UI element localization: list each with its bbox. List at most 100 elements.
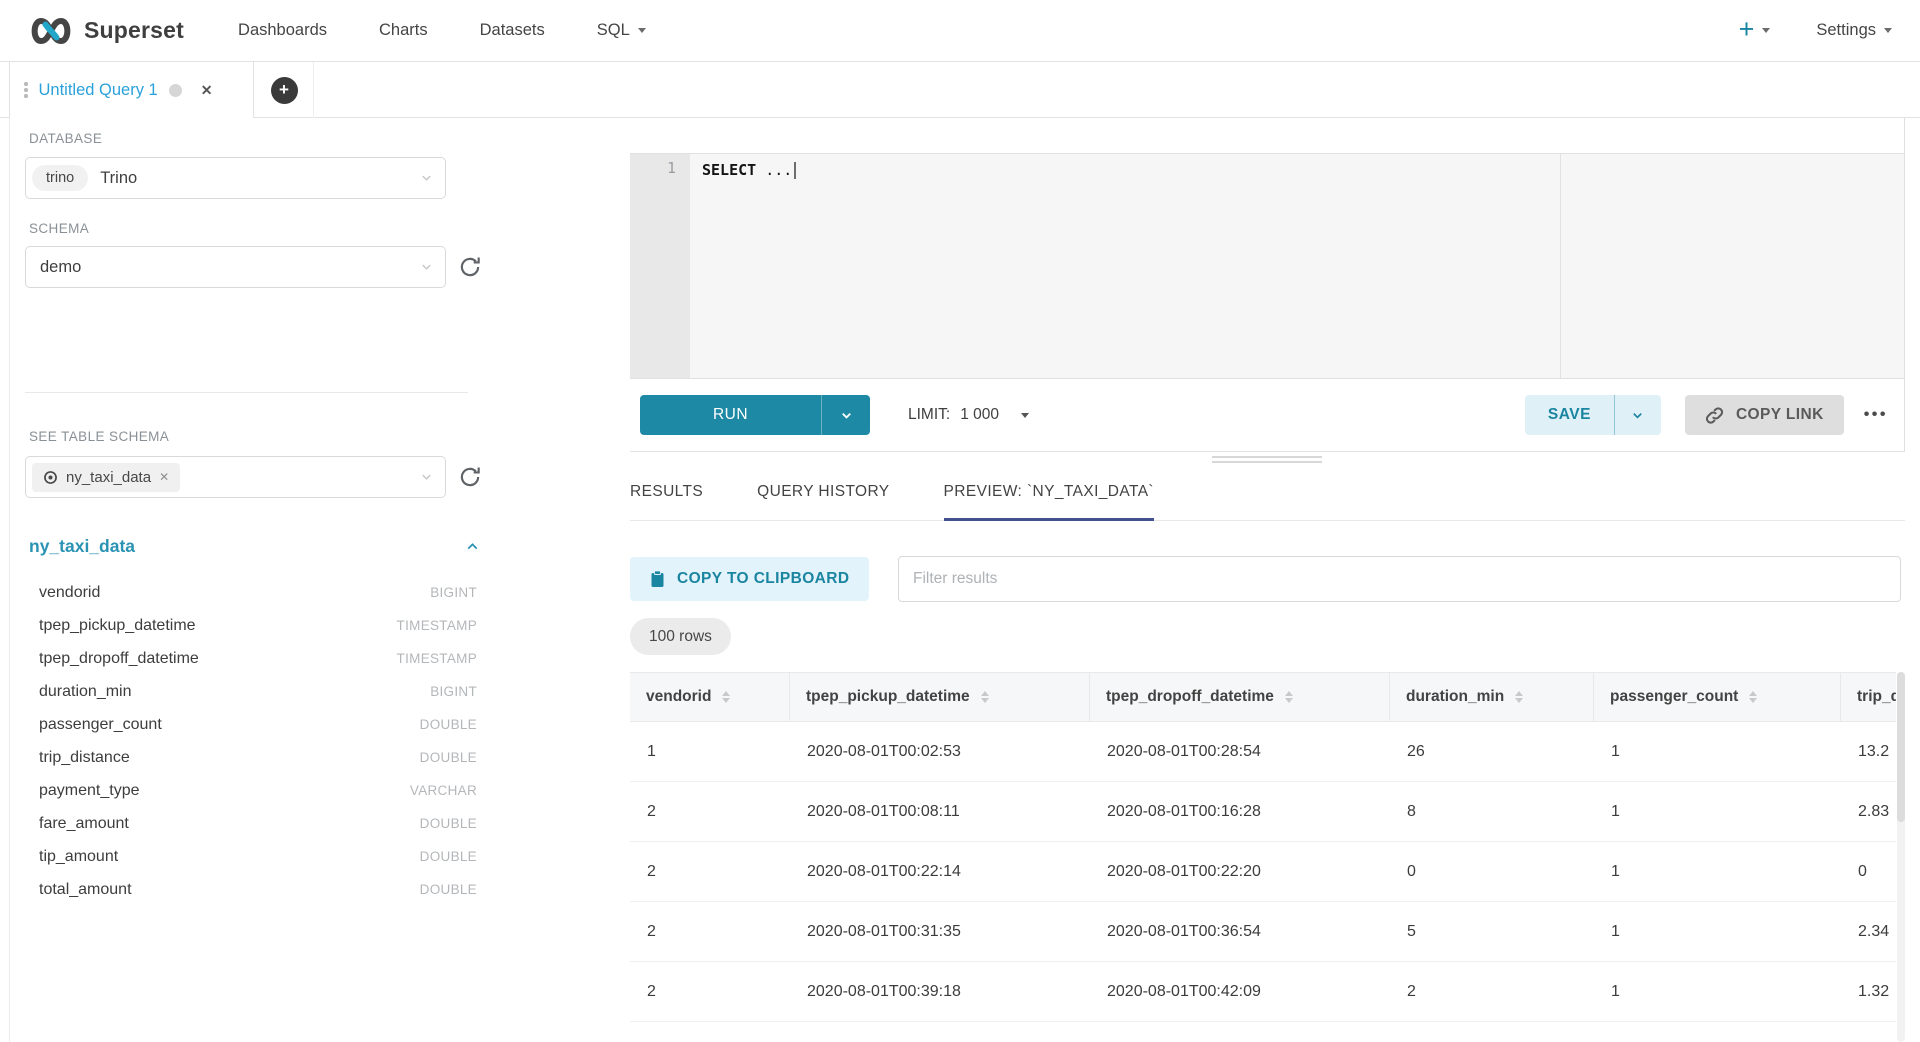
- copy-to-clipboard-button[interactable]: COPY TO CLIPBOARD: [630, 557, 869, 601]
- sort-icon[interactable]: [1515, 691, 1523, 703]
- copy-link-button[interactable]: COPY LINK: [1685, 395, 1844, 435]
- column-header-passenger-count[interactable]: passenger_count: [1594, 673, 1841, 721]
- clipboard-icon: [650, 570, 665, 588]
- column-header-duration[interactable]: duration_min: [1390, 673, 1594, 721]
- sql-code-rest: ...: [756, 161, 792, 179]
- schema-column-row[interactable]: total_amountDOUBLE: [25, 873, 477, 906]
- row-count-badge: 100 rows: [630, 618, 731, 655]
- print-margin-line: [1560, 154, 1561, 378]
- schema-column-row[interactable]: tip_amountDOUBLE: [25, 840, 477, 873]
- results-table-header: vendorid tpep_pickup_datetime tpep_dropo…: [630, 672, 1896, 722]
- superset-sql-lab: Superset Dashboards Charts Datasets SQL …: [0, 0, 1920, 1042]
- chevron-down-icon: [1762, 28, 1770, 33]
- more-actions-button[interactable]: •••: [1864, 406, 1888, 424]
- schema-column-row[interactable]: fare_amountDOUBLE: [25, 807, 477, 840]
- nav-dashboards[interactable]: Dashboards: [238, 21, 327, 40]
- settings-menu[interactable]: Settings: [1816, 21, 1892, 40]
- schema-select[interactable]: demo: [25, 246, 446, 288]
- superset-logo[interactable]: Superset: [28, 16, 184, 46]
- database-type-tag: trino: [32, 165, 88, 191]
- run-options-button[interactable]: [821, 395, 870, 435]
- table-columns-list: vendoridBIGINT tpep_pickup_datetimeTIMES…: [25, 576, 477, 906]
- chevron-down-icon: [638, 28, 646, 33]
- database-select[interactable]: trino Trino: [25, 157, 446, 199]
- run-split-button: RUN: [640, 395, 870, 435]
- save-options-button[interactable]: [1614, 395, 1661, 435]
- column-header-trip-distance[interactable]: trip_distance: [1841, 673, 1896, 721]
- results-scrollbar[interactable]: [1897, 672, 1905, 1042]
- tab-results[interactable]: RESULTS: [630, 483, 703, 520]
- schema-column-row[interactable]: tpep_dropoff_datetimeTIMESTAMP: [25, 642, 477, 675]
- top-navbar: Superset Dashboards Charts Datasets SQL …: [0, 0, 1920, 62]
- column-header-dropoff[interactable]: tpep_dropoff_datetime: [1090, 673, 1390, 721]
- save-split-button: SAVE: [1525, 395, 1661, 435]
- plus-icon: +: [1739, 16, 1755, 43]
- limit-control: LIMIT: 1 000: [908, 406, 1029, 424]
- tab-preview-ny-taxi-data[interactable]: PREVIEW: `NY_TAXI_DATA`: [944, 483, 1154, 520]
- column-header-pickup[interactable]: tpep_pickup_datetime: [790, 673, 1090, 721]
- limit-value: 1 000: [960, 406, 999, 424]
- line-number: 1: [667, 159, 676, 177]
- sql-editor[interactable]: 1 SELECT ...: [630, 153, 1904, 379]
- save-button[interactable]: SAVE: [1525, 395, 1614, 435]
- table-row[interactable]: 2 2020-08-01T00:31:35 2020-08-01T00:36:5…: [630, 902, 1896, 962]
- table-schema-label: SEE TABLE SCHEMA: [29, 429, 169, 444]
- sort-icon[interactable]: [1749, 691, 1757, 703]
- table-row[interactable]: 2 2020-08-01T00:39:18 2020-08-01T00:42:0…: [630, 962, 1896, 1022]
- schema-column-row[interactable]: payment_typeVARCHAR: [25, 774, 477, 807]
- tab-label: Untitled Query 1: [39, 81, 158, 100]
- table-row[interactable]: 1 2020-08-01T00:02:53 2020-08-01T00:28:5…: [630, 722, 1896, 782]
- limit-label: LIMIT:: [908, 406, 950, 424]
- navbar-right: + Settings: [1739, 19, 1892, 43]
- schema-column-row[interactable]: passenger_countDOUBLE: [25, 708, 477, 741]
- sort-icon[interactable]: [981, 691, 989, 703]
- nav-datasets[interactable]: Datasets: [480, 21, 545, 40]
- database-value: Trino: [100, 169, 137, 188]
- schema-column-row[interactable]: duration_minBIGINT: [25, 675, 477, 708]
- filter-results-input[interactable]: [898, 556, 1901, 602]
- sort-icon[interactable]: [1285, 691, 1293, 703]
- results-table: vendorid tpep_pickup_datetime tpep_dropo…: [630, 672, 1896, 1022]
- close-tab-icon[interactable]: ✕: [201, 82, 213, 99]
- schema-column-row[interactable]: vendoridBIGINT: [25, 576, 477, 609]
- chevron-down-icon: [419, 470, 434, 485]
- refresh-tables-button[interactable]: [456, 463, 484, 491]
- schema-column-row[interactable]: trip_distanceDOUBLE: [25, 741, 477, 774]
- eye-icon: [43, 470, 58, 485]
- table-row[interactable]: 2 2020-08-01T00:08:11 2020-08-01T00:16:2…: [630, 782, 1896, 842]
- brand-name: Superset: [84, 17, 184, 44]
- column-header-vendorid[interactable]: vendorid: [630, 673, 790, 721]
- infinity-logo-icon: [28, 16, 74, 46]
- link-icon: [1705, 406, 1724, 425]
- sort-icon[interactable]: [722, 691, 730, 703]
- scrollbar-thumb[interactable]: [1897, 672, 1905, 822]
- main-nav: Dashboards Charts Datasets SQL: [238, 21, 646, 40]
- limit-dropdown-icon[interactable]: [1021, 413, 1029, 418]
- new-item-menu[interactable]: +: [1739, 19, 1771, 43]
- table-row[interactable]: 2 2020-08-01T00:22:14 2020-08-01T00:22:2…: [630, 842, 1896, 902]
- nav-sql-menu[interactable]: SQL: [597, 21, 646, 40]
- refresh-schemas-button[interactable]: [456, 253, 484, 281]
- tab-untitled-query[interactable]: Untitled Query 1 ✕: [9, 62, 254, 118]
- table-select[interactable]: ny_taxi_data ✕: [25, 456, 446, 498]
- selected-table-tag: ny_taxi_data ✕: [32, 463, 180, 492]
- add-tab-button[interactable]: +: [271, 77, 298, 104]
- sql-lab-sidebar: DATABASE trino Trino SCHEMA demo SEE TAB…: [9, 118, 621, 1042]
- remove-table-icon[interactable]: ✕: [159, 470, 169, 484]
- table-schema-card-header[interactable]: ny_taxi_data: [29, 536, 481, 557]
- query-tab-bar: Untitled Query 1 ✕ +: [0, 62, 1920, 118]
- schema-value: demo: [40, 258, 81, 277]
- database-label: DATABASE: [29, 131, 102, 146]
- run-button[interactable]: RUN: [640, 395, 821, 435]
- results-tabs: RESULTS QUERY HISTORY PREVIEW: `NY_TAXI_…: [630, 452, 1905, 521]
- schema-label: SCHEMA: [29, 221, 89, 236]
- sql-code-line: SELECT ...: [702, 159, 1904, 181]
- tab-state-indicator: [169, 84, 182, 97]
- drag-handle-icon: [24, 82, 28, 98]
- editor-gutter: 1: [630, 154, 690, 378]
- tab-query-history[interactable]: QUERY HISTORY: [757, 483, 889, 520]
- collapse-chevron-up-icon[interactable]: [464, 538, 481, 555]
- schema-column-row[interactable]: tpep_pickup_datetimeTIMESTAMP: [25, 609, 477, 642]
- text-cursor: [794, 162, 796, 179]
- nav-charts[interactable]: Charts: [379, 21, 428, 40]
